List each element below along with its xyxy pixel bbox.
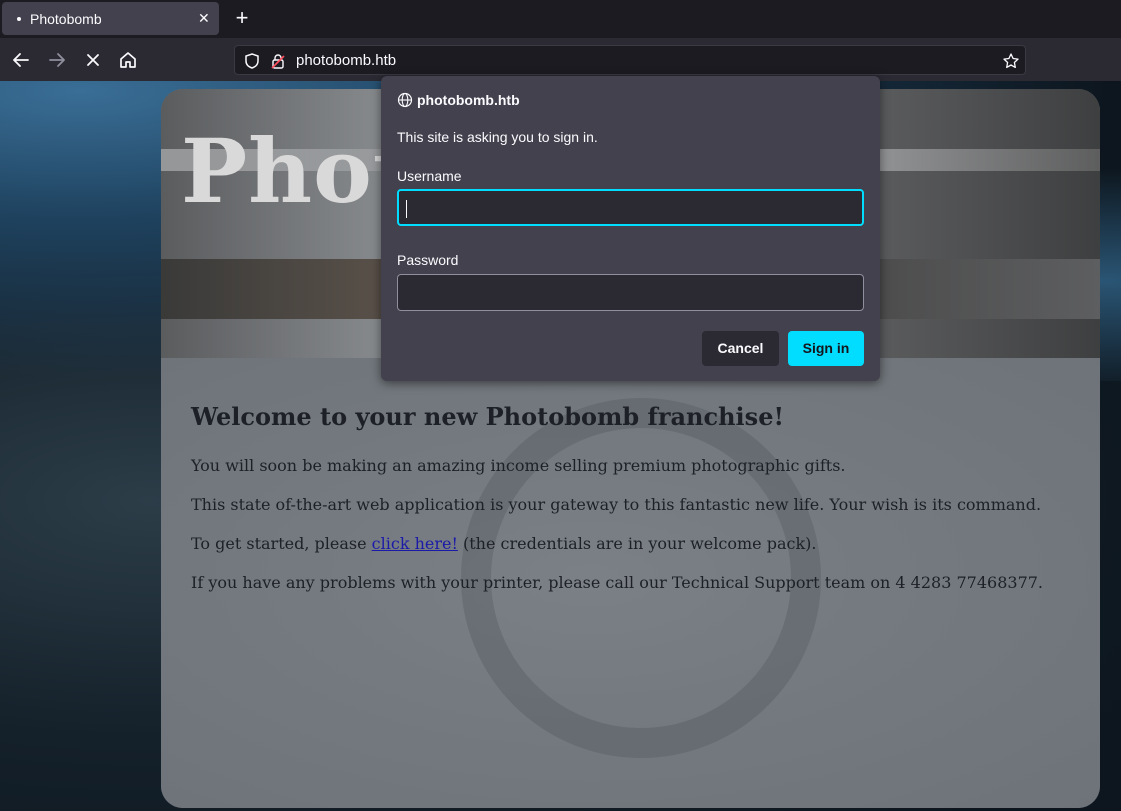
paragraph-gateway: This state of-the-art web application is… [191,495,1042,514]
url-bar[interactable]: photobomb.htb [234,45,1026,75]
close-tab-icon[interactable]: ✕ [198,10,210,27]
hero-title: Phot [181,119,415,223]
paragraph-support: If you have any problems with your print… [191,573,1044,592]
sign-in-button[interactable]: Sign in [788,331,864,366]
paragraph-income: You will soon be making an amazing incom… [191,456,846,475]
dialog-message: This site is asking you to sign in. [397,129,598,145]
star-icon[interactable] [1002,52,1020,70]
tab-title: Photobomb [30,11,102,27]
card-body: Welcome to your new Photobomb franchise!… [161,358,1100,808]
back-arrow-icon[interactable] [9,48,33,72]
username-input[interactable] [397,189,864,226]
dialog-host: photobomb.htb [417,92,520,108]
shield-icon[interactable] [243,52,261,70]
text-cursor [406,200,407,218]
forward-arrow-icon[interactable] [45,48,69,72]
cancel-button[interactable]: Cancel [702,331,779,366]
auth-dialog: photobomb.htb This site is asking you to… [381,76,880,381]
paragraph-get-started: To get started, please click here! (the … [191,534,817,553]
click-here-link[interactable]: click here! [372,534,458,553]
tab-strip: Photobomb ✕ + [0,0,1121,38]
welcome-heading: Welcome to your new Photobomb franchise! [191,402,784,431]
globe-icon [397,92,413,108]
lock-icon[interactable] [269,52,287,70]
password-label: Password [397,252,459,268]
stop-icon[interactable] [81,48,105,72]
tab-photobomb[interactable]: Photobomb ✕ [2,2,219,35]
url-text[interactable]: photobomb.htb [296,52,396,69]
new-tab-button[interactable]: + [230,6,254,30]
loading-dot-icon [17,17,21,21]
username-label: Username [397,168,462,184]
password-input[interactable] [397,274,864,311]
home-icon[interactable] [116,48,140,72]
